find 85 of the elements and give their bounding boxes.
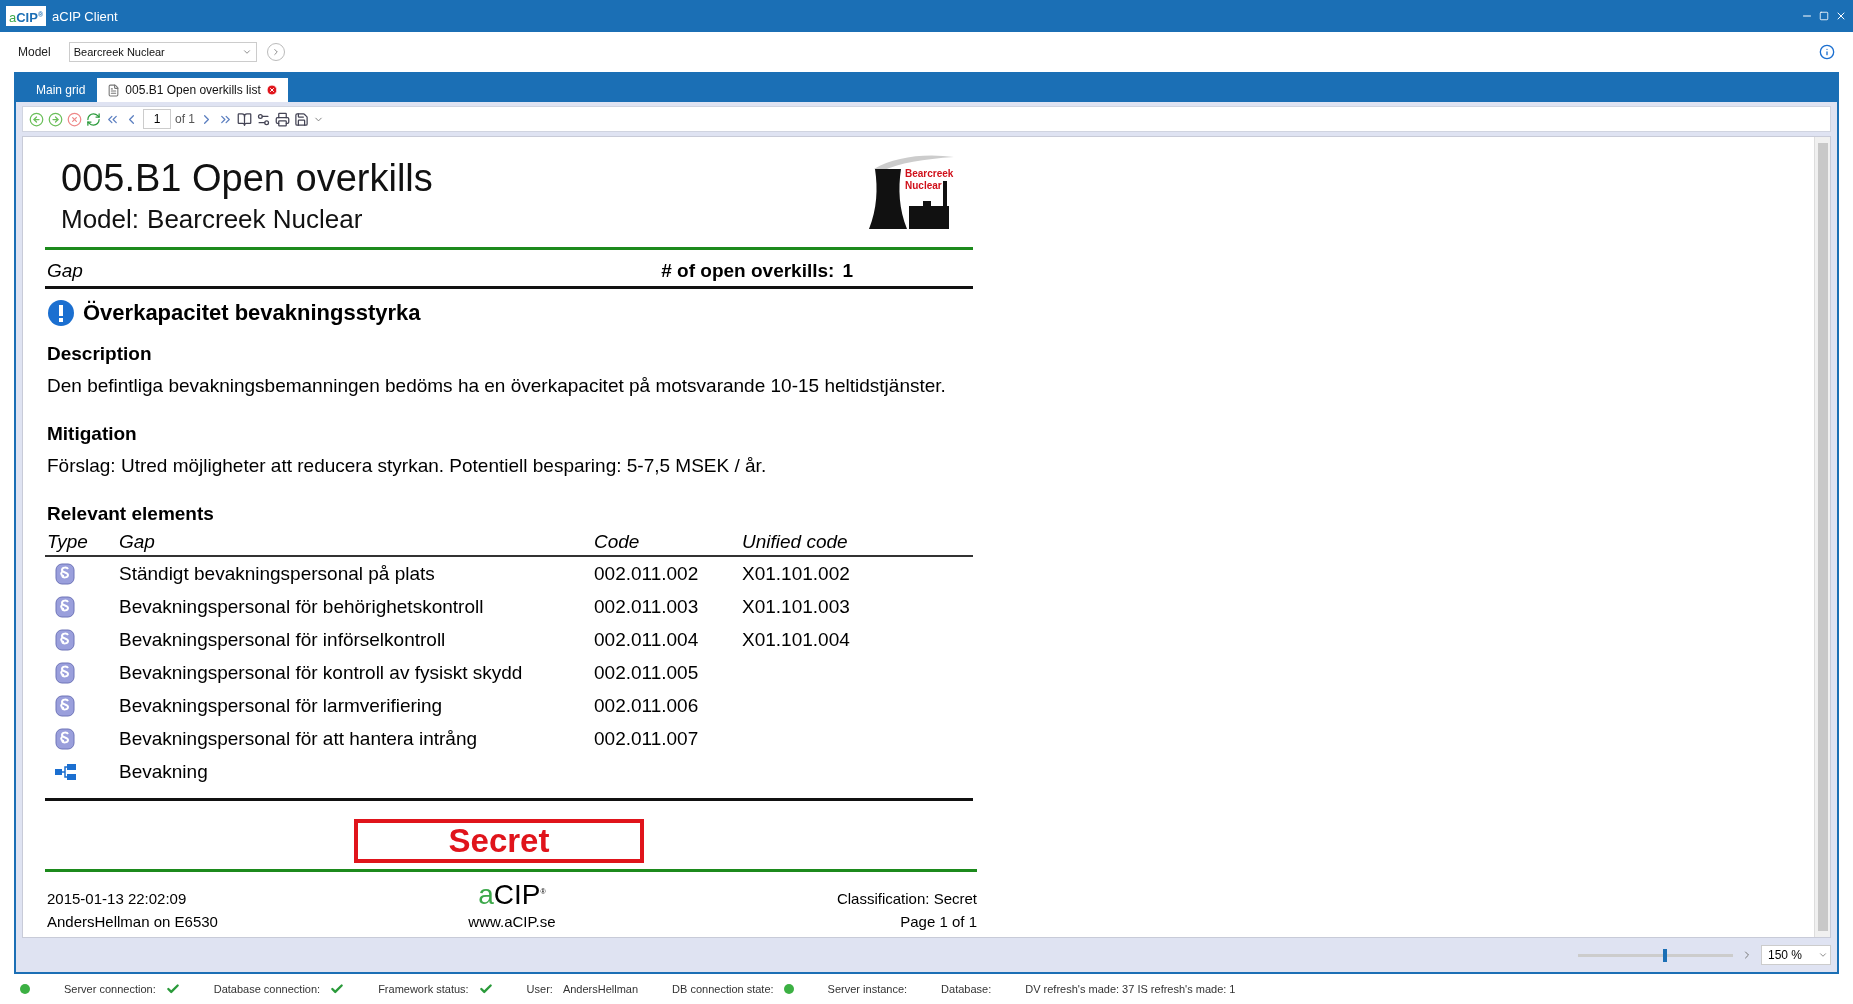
table-cell-text: 002.011.006 <box>593 693 700 718</box>
table-cell-text: X01.101.003 <box>741 594 851 619</box>
paragraph-icon <box>55 694 75 717</box>
status-label: User: <box>526 983 553 995</box>
back-icon[interactable] <box>29 111 44 127</box>
table-cell-text: 002.011.002 <box>593 561 700 586</box>
column-header: Gap <box>117 525 592 557</box>
status-label: DV refresh's made: 37 IS refresh's made: 1 <box>1025 983 1236 995</box>
tab[interactable]: Main grid <box>26 78 96 102</box>
column-header: Unified code <box>740 525 973 557</box>
section-heading: Mitigation <box>46 423 138 445</box>
table-cell-text: Bevakningspersonal för införselkontroll <box>118 627 447 652</box>
check-icon <box>165 982 180 996</box>
status-label: Server connection: <box>64 983 156 995</box>
table-cell-text: X01.101.002 <box>741 561 851 586</box>
caret-icon <box>241 47 252 57</box>
page-field[interactable]: 1 <box>143 109 171 129</box>
column-header: Type <box>45 525 117 557</box>
check-icon <box>330 982 345 996</box>
table-cell-text: Bevakningspersonal för behörighetskontroll <box>118 594 485 619</box>
paragraph-icon <box>55 661 75 684</box>
print-icon[interactable] <box>275 111 290 127</box>
table-cell-text: Bevakningspersonal för kontroll av fysiskt skydd <box>118 660 524 685</box>
table-cell-text: Bevakning <box>118 759 209 784</box>
scrollbar[interactable] <box>1814 137 1830 937</box>
zoom-field[interactable]: 150 % <box>1761 945 1831 965</box>
status-label: Database: <box>941 983 992 995</box>
item-title: Överkapacitet bevakningsstyrka <box>83 300 421 326</box>
page-count: of 1 <box>175 112 195 126</box>
info-icon <box>47 299 75 327</box>
paragraph-icon <box>55 595 75 618</box>
status-label: Database connection: <box>213 983 321 995</box>
description-text: Den befintliga bevakningsbemanningen bedöms ha en överkapacitet på motsvarande 10-15 heltidstjänster. <box>46 375 947 397</box>
count-label: # of open overkills: <box>661 260 835 282</box>
forward-icon[interactable] <box>48 111 63 127</box>
website-text: www.aCIP.se <box>468 913 556 931</box>
model-label: Model: <box>61 204 140 235</box>
column-header: Code <box>592 525 740 557</box>
info-icon[interactable] <box>1819 44 1835 60</box>
model-name: Bearcreek Nuclear <box>147 204 363 235</box>
refresh-icon[interactable] <box>86 111 101 127</box>
table-cell-text: 002.011.004 <box>593 627 700 652</box>
mitigation-text: Förslag: Utred möjligheter att reducera styrkan. Potentiell besparing: 5-7,5 MSEK / år. <box>46 455 768 477</box>
maximize-icon[interactable] <box>1819 11 1829 21</box>
model-label: Model <box>18 45 51 59</box>
status-value: AndersHellman <box>562 983 639 995</box>
check-icon <box>478 982 493 996</box>
close-tab-icon[interactable] <box>265 84 278 96</box>
footer-logo: aCIP$^{®}$ <box>477 880 547 908</box>
paragraph-icon <box>55 628 75 651</box>
close-icon[interactable] <box>1835 10 1847 22</box>
hierarchy-icon <box>55 763 77 780</box>
tab[interactable]: 005.B1 Open overkills list <box>97 78 288 102</box>
stop-icon[interactable] <box>67 111 82 127</box>
table-cell-text: Bevakningspersonal för larmverifiering <box>118 693 444 718</box>
paragraph-icon <box>55 727 75 750</box>
table-cell-text: 002.011.005 <box>593 660 700 685</box>
window-title: aCIP Client <box>52 8 119 24</box>
paragraph-icon <box>55 562 75 585</box>
timestamp: 2015-01-13 22:02:09 <box>47 890 188 908</box>
table-cell-text: Bevakningspersonal för att hantera intrång <box>118 726 479 751</box>
model-dropdown[interactable]: Bearcreek Nuclear <box>68 42 257 62</box>
power-plant-logo: Bearcreek Nuclear <box>859 151 959 241</box>
status-label: DB connection state: <box>672 983 774 995</box>
table-cell-text: 002.011.007 <box>593 726 700 751</box>
table-cell-text: 002.011.003 <box>593 594 700 619</box>
status-label: Framework status: <box>378 983 469 995</box>
book-icon[interactable] <box>237 111 252 127</box>
table-cell-text: X01.101.004 <box>741 627 851 652</box>
classification-stamp: Secret <box>354 819 644 863</box>
section-heading: Description <box>46 343 153 365</box>
table-cell-text: Ständigt bevakningspersonal på plats <box>118 561 436 586</box>
save-icon[interactable] <box>294 111 309 127</box>
page-number: Page 1 of 1 <box>899 913 977 931</box>
gap-label: Gap <box>47 260 83 282</box>
status-label: Server instance: <box>827 983 908 995</box>
play-button[interactable] <box>266 43 285 61</box>
section-heading: Relevant elements <box>46 503 215 525</box>
user-text: AndersHellman on E6530 <box>47 913 219 931</box>
count-value: 1 <box>842 260 853 282</box>
caret-icon <box>1818 950 1828 960</box>
app-logo: aCIP$^{®}$ <box>6 5 47 27</box>
classification-text: Classification: Secret <box>835 890 977 908</box>
document-icon <box>107 83 121 97</box>
report-title: 005.B1 Open overkills <box>61 157 433 200</box>
